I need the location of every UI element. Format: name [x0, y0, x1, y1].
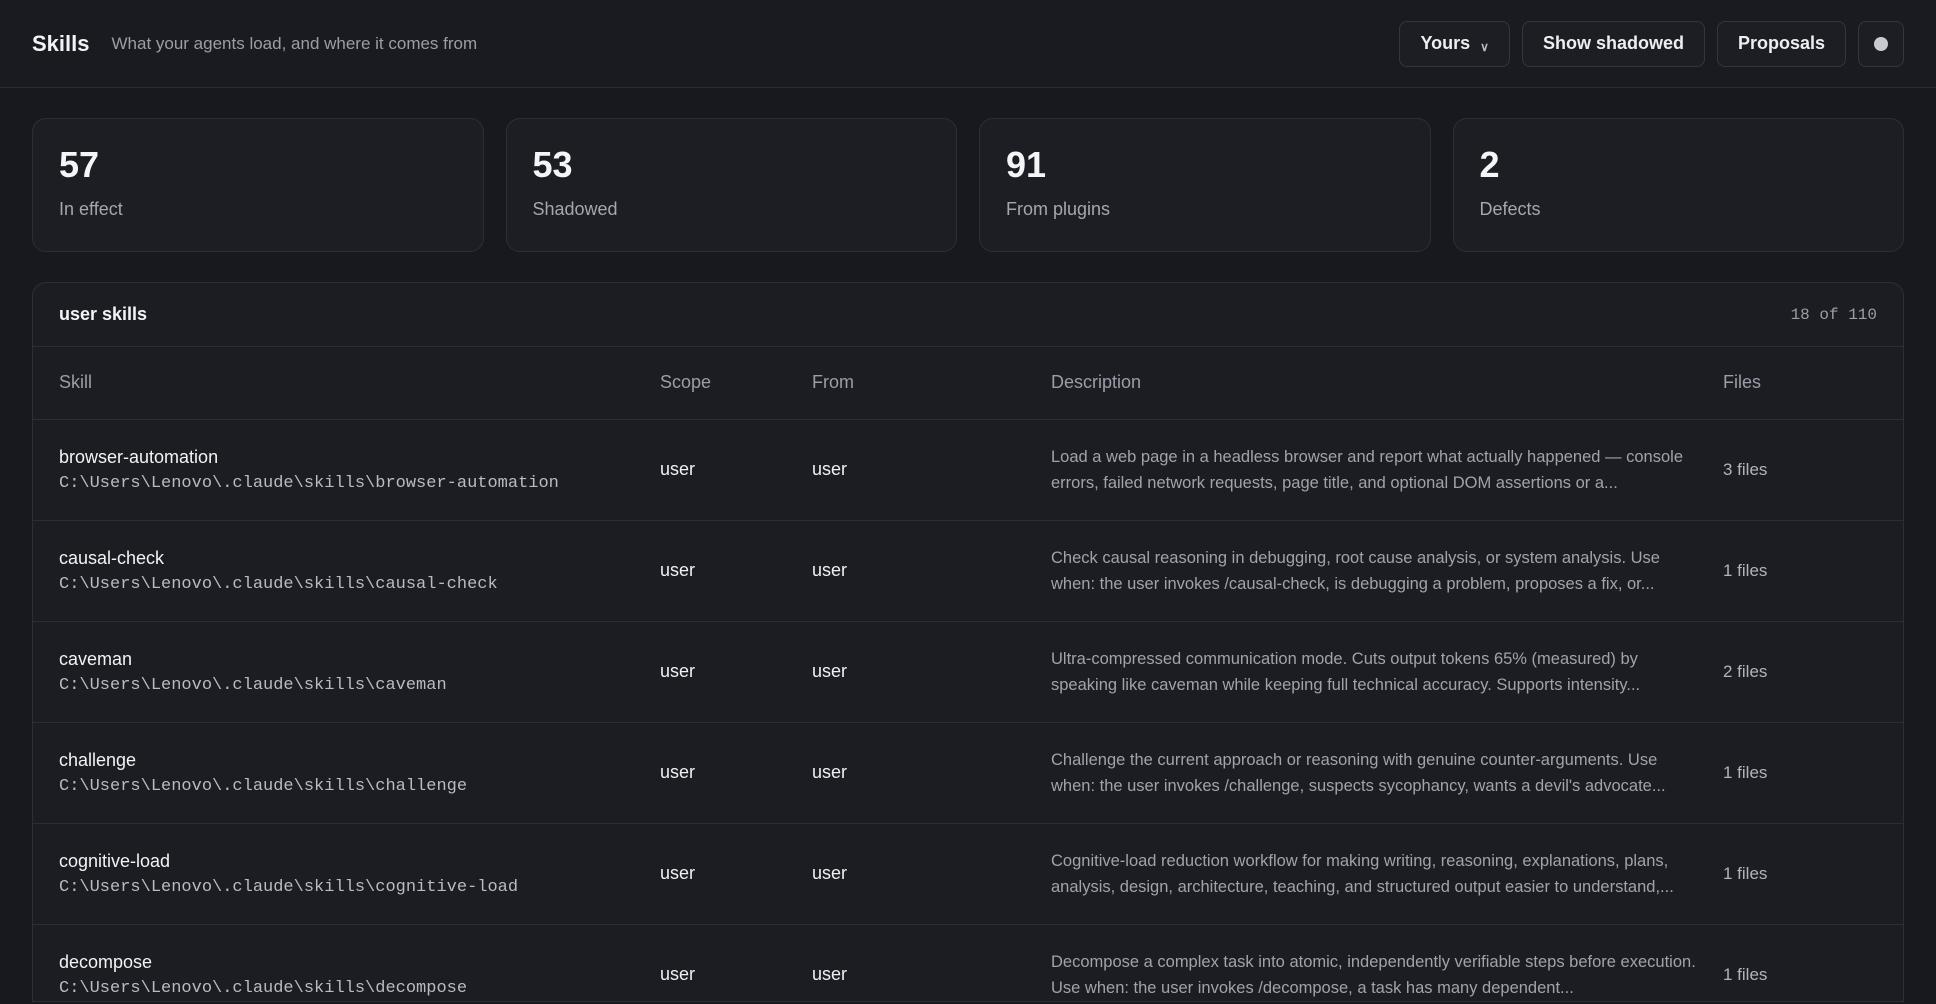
scope-cell: user [660, 823, 812, 925]
description-cell: Load a web page in a headless browser an… [1051, 419, 1723, 521]
skill-cell: challenge C:\Users\Lenovo\.claude\skills… [33, 722, 660, 824]
skill-cell: causal-check C:\Users\Lenovo\.claude\ski… [33, 520, 660, 622]
description-cell: Challenge the current approach or reason… [1051, 722, 1723, 824]
column-header-files[interactable]: Files [1723, 347, 1903, 420]
skill-description: Challenge the current approach or reason… [1051, 750, 1666, 795]
skill-name[interactable]: caveman [59, 649, 660, 670]
from-cell: user [812, 621, 1051, 723]
skill-name[interactable]: decompose [59, 952, 660, 973]
stat-value: 91 [1006, 144, 1047, 185]
files-cell: 1 files [1723, 924, 1903, 1001]
description-cell: Decompose a complex task into atomic, in… [1051, 924, 1723, 1001]
from-cell: user [812, 520, 1051, 622]
skill-description: Load a web page in a headless browser an… [1051, 447, 1684, 492]
stat-value: 2 [1479, 144, 1500, 185]
scope-cell: user [660, 520, 812, 622]
description-cell: Ultra-compressed communication mode. Cut… [1051, 621, 1723, 723]
skill-description: Decompose a complex task into atomic, in… [1051, 952, 1696, 997]
stat-value: 57 [59, 144, 100, 185]
stat-label: Defects [1479, 199, 1541, 219]
proposals-button[interactable]: Proposals [1716, 20, 1846, 67]
skill-description: Check causal reasoning in debugging, roo… [1051, 548, 1660, 593]
table-row[interactable]: browser-automation C:\Users\Lenovo\.clau… [33, 419, 1903, 521]
description-cell: Cognitive-load reduction workflow for ma… [1051, 823, 1723, 925]
table-row[interactable]: challenge C:\Users\Lenovo\.claude\skills… [33, 722, 1903, 824]
files-cell: 2 files [1723, 621, 1903, 723]
stat-card-in-effect: 57 In effect [32, 118, 484, 252]
description-cell: Check causal reasoning in debugging, roo… [1051, 520, 1723, 622]
stat-value: 53 [532, 144, 573, 185]
skills-count: 18 of 110 [1790, 305, 1877, 324]
skill-path: C:\Users\Lenovo\.claude\skills\caveman [59, 675, 447, 695]
chevron-down-icon: ∨ [1480, 39, 1489, 54]
panel-title: user skills [59, 304, 148, 324]
stat-label: From plugins [1006, 199, 1111, 219]
column-header-from[interactable]: From [812, 347, 1051, 420]
skill-path: C:\Users\Lenovo\.claude\skills\challenge [59, 776, 468, 796]
top-bar: Skills What your agents load, and where … [0, 0, 1936, 88]
stat-card-shadowed: 53 Shadowed [505, 118, 957, 252]
files-cell: 3 files [1723, 419, 1903, 521]
column-header-skill[interactable]: Skill [33, 347, 660, 420]
scope-cell: user [660, 621, 812, 723]
show-shadowed-button[interactable]: Show shadowed [1521, 20, 1705, 67]
stat-card-defects: 2 Defects [1452, 118, 1904, 252]
skill-name[interactable]: cognitive-load [59, 851, 660, 872]
skills-panel: user skills 18 of 110 Skill Scope From D… [32, 282, 1904, 1002]
scope-cell: user [660, 419, 812, 521]
files-cell: 1 files [1723, 823, 1903, 925]
table-row[interactable]: cognitive-load C:\Users\Lenovo\.claude\s… [33, 823, 1903, 925]
table-row[interactable]: decompose C:\Users\Lenovo\.claude\skills… [33, 924, 1903, 1001]
skill-description: Cognitive-load reduction workflow for ma… [1051, 851, 1674, 896]
status-indicator-button[interactable] [1858, 20, 1904, 67]
scope-cell: user [660, 722, 812, 824]
scope-filter-label: Yours [1420, 33, 1471, 53]
skill-path: C:\Users\Lenovo\.claude\skills\causal-ch… [59, 574, 498, 594]
from-cell: user [812, 823, 1051, 925]
panel-header: user skills 18 of 110 [33, 283, 1903, 347]
skill-path: C:\Users\Lenovo\.claude\skills\decompose [59, 978, 468, 998]
table-header-row: Skill Scope From Description Files [33, 347, 1903, 420]
skill-name[interactable]: challenge [59, 750, 660, 771]
skill-cell: caveman C:\Users\Lenovo\.claude\skills\c… [33, 621, 660, 723]
skill-cell: decompose C:\Users\Lenovo\.claude\skills… [33, 924, 660, 1001]
skill-cell: cognitive-load C:\Users\Lenovo\.claude\s… [33, 823, 660, 925]
skill-cell: browser-automation C:\Users\Lenovo\.clau… [33, 419, 660, 521]
files-cell: 1 files [1723, 520, 1903, 622]
table-row[interactable]: caveman C:\Users\Lenovo\.claude\skills\c… [33, 621, 1903, 723]
stat-label: In effect [59, 199, 123, 219]
files-cell: 1 files [1723, 722, 1903, 824]
stat-card-from-plugins: 91 From plugins [979, 118, 1431, 252]
column-header-description[interactable]: Description [1051, 347, 1723, 420]
stat-label: Shadowed [532, 199, 618, 219]
scope-cell: user [660, 924, 812, 1001]
skill-name[interactable]: browser-automation [59, 447, 660, 468]
skills-table: Skill Scope From Description Files brows… [33, 347, 1903, 1001]
from-cell: user [812, 419, 1051, 521]
skill-name[interactable]: causal-check [59, 548, 660, 569]
column-header-scope[interactable]: Scope [660, 347, 812, 420]
from-cell: user [812, 924, 1051, 1001]
scope-filter-dropdown[interactable]: Yours ∨ [1399, 20, 1510, 67]
table-row[interactable]: causal-check C:\Users\Lenovo\.claude\ski… [33, 520, 1903, 622]
page-subtitle: What your agents load, and where it come… [111, 33, 478, 53]
status-dot-icon [1874, 36, 1888, 51]
from-cell: user [812, 722, 1051, 824]
page-title: Skills [32, 30, 90, 56]
stats-row: 57 In effect 53 Shadowed 91 From plugins… [0, 88, 1936, 252]
skill-path: C:\Users\Lenovo\.claude\skills\cognitive… [59, 877, 519, 897]
skill-description: Ultra-compressed communication mode. Cut… [1051, 649, 1641, 694]
skill-path: C:\Users\Lenovo\.claude\skills\browser-a… [59, 473, 559, 493]
